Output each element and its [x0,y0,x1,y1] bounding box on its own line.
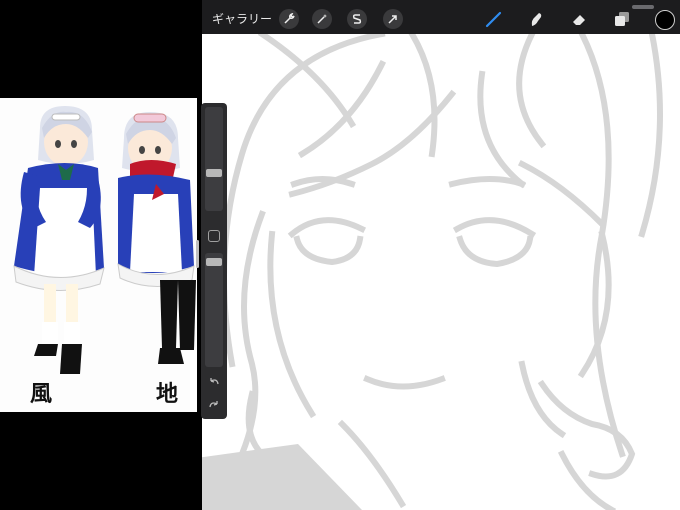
redo-icon[interactable] [206,398,222,412]
drawing-canvas[interactable] [202,34,680,510]
sidebar [201,103,227,419]
reference-image: 風 地 [0,98,197,412]
opacity-slider[interactable] [205,253,223,367]
maid-characters-illustration [13,106,196,374]
character-left [13,106,105,374]
eraser-icon[interactable] [568,8,590,30]
smudge-icon[interactable] [525,8,547,30]
brush-icon[interactable] [483,8,505,30]
sketch-artwork [208,34,663,510]
actions-wrench-icon[interactable] [279,9,299,29]
brush-size-knob[interactable] [206,169,222,177]
character-right [117,112,196,364]
reference-pane: 風 地 [0,0,202,510]
top-toolbar: ギャラリー [202,0,680,34]
modify-button[interactable] [208,230,220,242]
transform-arrow-icon[interactable] [383,9,403,29]
opacity-knob[interactable] [206,258,222,266]
toolbar-grabber[interactable] [632,5,654,9]
reference-caption-left: 風 [30,381,53,407]
gallery-button[interactable]: ギャラリー [212,10,272,27]
undo-icon[interactable] [206,375,222,389]
color-swatch[interactable] [655,10,675,30]
layers-icon[interactable] [611,8,633,30]
split-view-handle[interactable] [196,240,199,268]
reference-caption-right: 地 [156,381,179,407]
adjustments-wand-icon[interactable] [312,9,332,29]
brush-size-slider[interactable] [205,107,223,211]
selection-s-icon[interactable] [347,9,367,29]
